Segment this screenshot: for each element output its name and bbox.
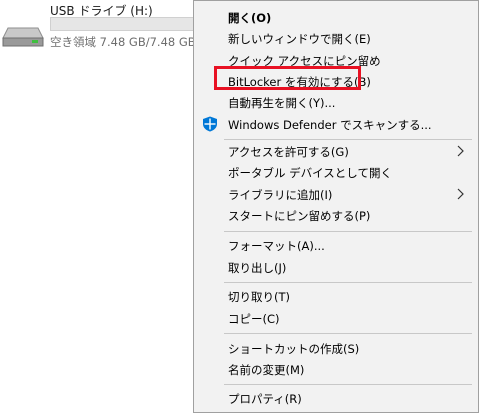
menu-item-label: 切り取り(T) bbox=[228, 290, 290, 304]
menu-item-copy[interactable]: コピー(C) bbox=[194, 308, 478, 329]
menu-item-label: ショートカットの作成(S) bbox=[228, 342, 360, 356]
menu-item-label: 自動再生を開く(Y)... bbox=[228, 96, 336, 110]
menu-separator bbox=[224, 384, 472, 385]
menu-item-label: アクセスを許可する(G) bbox=[228, 145, 349, 159]
usb-drive-icon bbox=[2, 27, 44, 47]
menu-item-autoplay[interactable]: 自動再生を開く(Y)... bbox=[194, 92, 478, 113]
menu-item-open-new-window[interactable]: 新しいウィンドウで開く(E) bbox=[194, 28, 478, 49]
menu-item-create-shortcut[interactable]: ショートカットの作成(S) bbox=[194, 338, 478, 359]
menu-item-label: スタートにピン留めする(P) bbox=[228, 209, 371, 223]
menu-item-properties[interactable]: プロパティ(R) bbox=[194, 388, 478, 409]
menu-separator bbox=[224, 139, 472, 140]
menu-separator bbox=[224, 282, 472, 283]
menu-item-add-library[interactable]: ライブラリに追加(I) bbox=[194, 184, 478, 205]
capacity-bar bbox=[50, 17, 200, 31]
highlight-box bbox=[214, 66, 361, 90]
usb-drive-tile[interactable]: USB ドライブ (H:) 空き領域 7.48 GB/7.48 GB bbox=[0, 0, 200, 60]
menu-item-label: 名前の変更(M) bbox=[228, 363, 305, 377]
menu-item-label: プロパティ(R) bbox=[228, 392, 302, 406]
menu-separator bbox=[224, 231, 472, 232]
drive-free-space: 空き領域 7.48 GB/7.48 GB bbox=[50, 35, 196, 49]
menu-item-format[interactable]: フォーマット(A)... bbox=[194, 235, 478, 256]
menu-item-pin-start[interactable]: スタートにピン留めする(P) bbox=[194, 205, 478, 226]
explorer-view: USB ドライブ (H:) 空き領域 7.48 GB/7.48 GB 開く(O)… bbox=[0, 0, 480, 414]
menu-item-label: 取り出し(J) bbox=[228, 261, 287, 275]
chevron-right-icon bbox=[457, 188, 464, 200]
menu-separator bbox=[224, 333, 472, 334]
menu-item-label: ライブラリに追加(I) bbox=[228, 188, 333, 202]
chevron-right-icon bbox=[457, 145, 464, 157]
menu-item-portable-device[interactable]: ポータブル デバイスとして開く bbox=[194, 162, 478, 183]
menu-item-eject[interactable]: 取り出し(J) bbox=[194, 257, 478, 278]
menu-item-label: 開く(O) bbox=[228, 11, 272, 25]
menu-item-open[interactable]: 開く(O) bbox=[194, 7, 478, 28]
menu-item-give-access[interactable]: アクセスを許可する(G) bbox=[194, 141, 478, 162]
menu-item-label: フォーマット(A)... bbox=[228, 239, 325, 253]
context-menu: 開く(O) 新しいウィンドウで開く(E) クイック アクセスにピン留め BitL… bbox=[193, 0, 479, 413]
menu-item-label: ポータブル デバイスとして開く bbox=[228, 166, 392, 180]
menu-item-label: コピー(C) bbox=[228, 312, 280, 326]
windows-defender-icon bbox=[203, 116, 217, 132]
menu-item-cut[interactable]: 切り取り(T) bbox=[194, 286, 478, 307]
menu-item-rename[interactable]: 名前の変更(M) bbox=[194, 359, 478, 380]
menu-item-label: Windows Defender でスキャンする... bbox=[228, 118, 432, 132]
menu-item-defender-scan[interactable]: Windows Defender でスキャンする... bbox=[194, 114, 478, 135]
menu-item-label: 新しいウィンドウで開く(E) bbox=[228, 32, 371, 46]
